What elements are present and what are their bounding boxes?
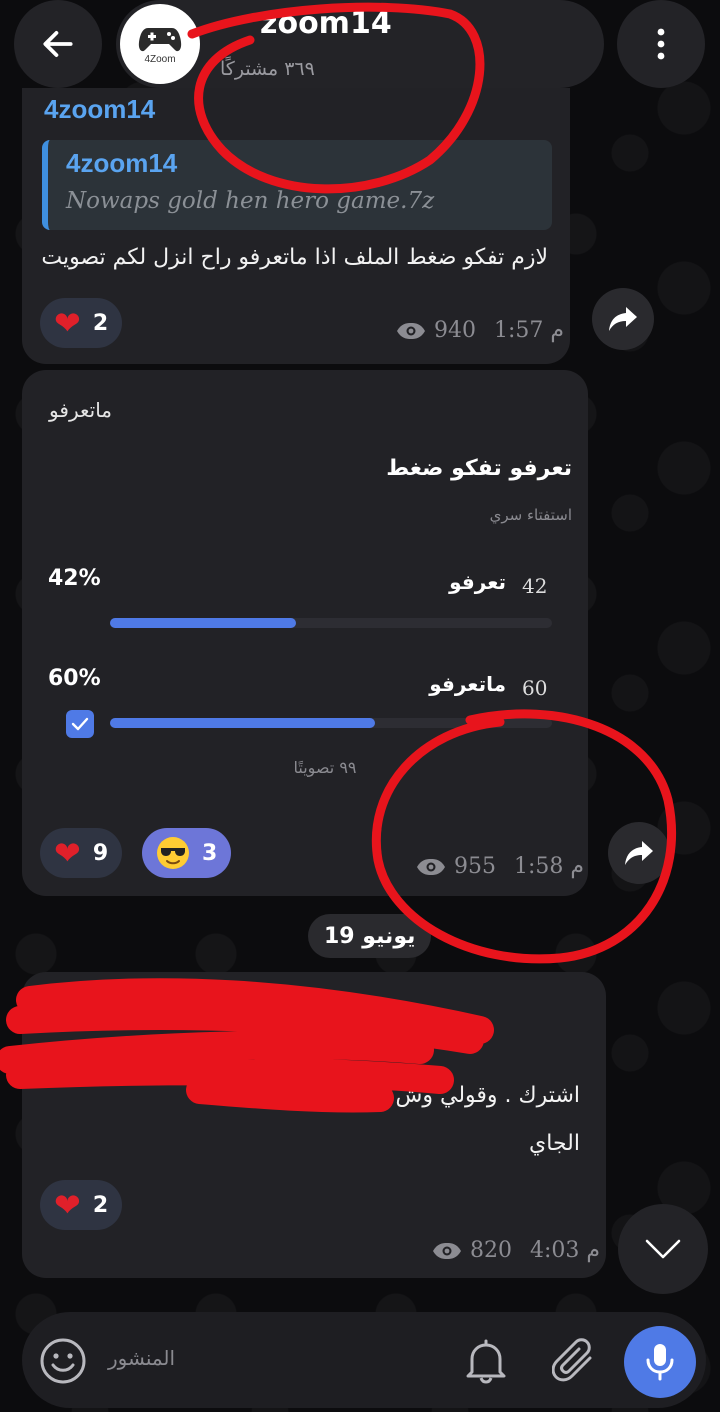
eye-icon [397,322,425,339]
message-text: اشترك . وقولي وش [395,1083,580,1108]
message-bubble[interactable]: 4zoom14 اشترك . وقولي وش الجاي ❤ 2 820 4… [22,972,606,1278]
bell-icon [466,1339,506,1384]
poll-message-bubble: ماتعرفو تعرفو تفكو ضغط استفتاء سري 42% ت… [22,370,588,896]
reaction-count: 2 [92,310,109,336]
gamepad-icon [138,27,182,51]
eye-icon [417,858,445,875]
poll-total-votes[interactable]: ٩٩ تصويتًا [22,758,588,777]
poll-question: تعرفو تفكو ضغط [386,456,572,481]
message-meta: 940 1:57 م [396,318,564,343]
option-percent: 60% [48,666,101,691]
poll-type: استفتاء سري [489,506,572,524]
option-bar-fill [110,718,376,728]
checkmark-icon [66,710,94,738]
option-bar-fill [110,618,296,628]
option-label: تعرفو [449,570,506,594]
eye-icon [433,1242,461,1259]
option-bar-track [110,718,552,728]
option-label: ماتعرفو [429,672,506,696]
voice-message-button[interactable] [624,1326,696,1398]
back-button[interactable] [14,0,102,88]
paperclip-icon [551,1338,592,1382]
channel-avatar[interactable]: 4Zoom [120,4,200,84]
view-count: 955 [454,854,496,879]
reaction-heart[interactable]: ❤ 2 [40,298,123,348]
avatar-caption: 4Zoom [144,53,176,65]
reply-text: Nowaps gold hen hero game.7z [66,188,435,214]
reaction-count: 3 [202,840,218,866]
date-separator: 19 يونيو [308,914,432,958]
more-options-button[interactable] [617,0,705,88]
forward-button[interactable] [592,288,654,350]
reaction-heart[interactable]: ❤ 9 [40,828,123,878]
option-percent: 42% [48,566,101,591]
attach-button[interactable] [551,1336,598,1386]
emoji-button[interactable] [38,1336,88,1386]
more-vertical-icon [657,28,665,60]
option-bar-track [110,618,552,628]
message-sender[interactable]: 4zoom14 [44,986,155,1017]
message-bubble[interactable]: 4zoom14 4zoom14 Nowaps gold hen hero gam… [22,88,570,364]
message-text-line2: الجاي [529,1131,580,1156]
smile-icon [40,1338,86,1384]
reaction-count: 9 [92,840,109,866]
message-meta: 820 4:03 م [432,1238,600,1263]
composer-bar: المنشور [22,1312,706,1408]
forward-button[interactable] [608,822,670,884]
reaction-sunglasses[interactable]: 3 [142,828,232,878]
reaction-count: 2 [92,1192,109,1218]
view-count: 940 [434,318,476,343]
heart-icon: ❤ [54,304,81,342]
scroll-to-bottom-button[interactable] [618,1204,708,1294]
option-votes: 60 [522,676,548,700]
share-arrow-icon [625,841,653,865]
message-meta: 955 1:58 م [416,854,584,879]
message-time: 1:57 م [494,318,565,343]
chat-header: 4Zoom zoom14 ٣٦٩ مشتركًا [0,0,720,88]
message-text: لازم تفكو ضغط الملف اذا ماتعرفو راح انزل… [41,245,548,270]
share-arrow-icon [609,307,637,331]
microphone-icon [646,1344,674,1381]
reply-preview[interactable]: 4zoom14 Nowaps gold hen hero game.7z [42,140,552,230]
mute-notifications-button[interactable] [464,1338,508,1384]
heart-icon: ❤ [54,1186,81,1224]
heart-icon: ❤ [54,834,81,872]
message-input[interactable]: المنشور [108,1346,175,1370]
chevron-down-icon [645,1239,681,1259]
subscriber-count: ٣٦٩ مشتركًا [220,58,315,80]
message-time: 1:58 م [514,854,585,879]
arrow-left-icon [43,31,73,57]
message-time: 4:03 م [530,1238,601,1263]
reaction-heart[interactable]: ❤ 2 [40,1180,123,1230]
poll-header-text: ماتعرفو [49,398,112,422]
option-votes: 42 [522,574,548,598]
view-count: 820 [470,1238,512,1263]
sunglasses-emoji-icon [157,837,189,869]
message-sender[interactable]: 4zoom14 [44,94,155,125]
reply-sender: 4zoom14 [66,148,178,178]
channel-name: zoom14 [260,6,392,41]
